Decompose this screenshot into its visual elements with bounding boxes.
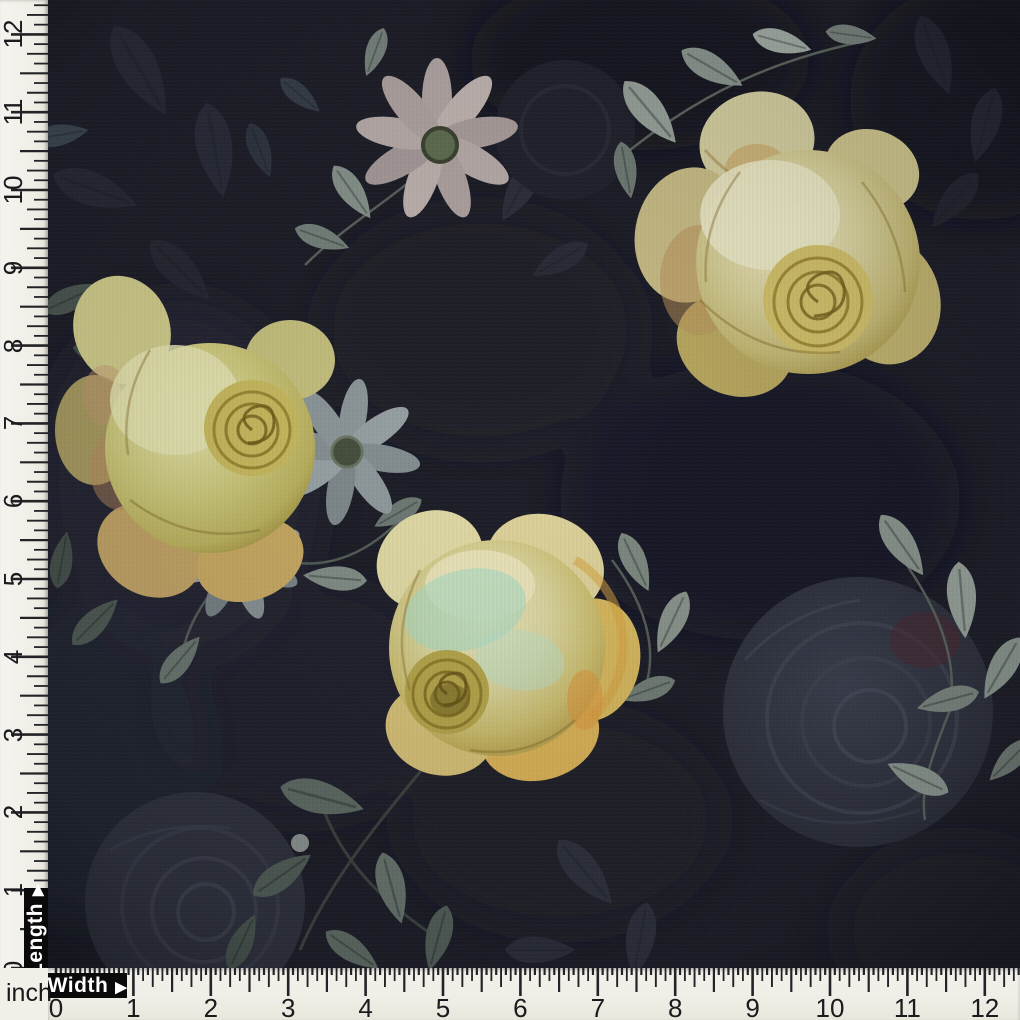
v-ruler-number: 9	[0, 255, 26, 281]
length-label: Length	[24, 903, 48, 976]
v-ruler-number: 12	[0, 21, 26, 47]
horizontal-ruler: 0123456789101112 Width ▶	[48, 968, 1020, 1020]
h-ruler-number: 11	[885, 995, 929, 1020]
v-ruler-number: 2	[0, 799, 26, 825]
v-ruler-number: 11	[0, 99, 26, 125]
h-ruler-number: 7	[576, 995, 620, 1020]
h-ruler-number: 8	[653, 995, 697, 1020]
v-ruler-number: 8	[0, 333, 26, 359]
v-ruler-number: 10	[0, 177, 26, 203]
h-ruler-number: 2	[189, 995, 233, 1020]
h-ruler-number: 5	[421, 995, 465, 1020]
v-ruler-number: 1	[0, 877, 26, 903]
fabric-print	[0, 0, 1020, 968]
v-ruler-number: 7	[0, 410, 26, 436]
vignette	[0, 0, 1020, 968]
fabric-swatch-photo: 0123456789101112 Length ▶ 01234567891011…	[0, 0, 1020, 1020]
unit-label: inch	[6, 979, 52, 1008]
h-ruler-number: 4	[344, 995, 388, 1020]
v-ruler-number: 3	[0, 722, 26, 748]
arrow-up-icon: ▶	[28, 884, 46, 896]
vertical-ruler: 0123456789101112 Length ▶	[0, 0, 48, 1020]
unit-label-corner: inch	[0, 968, 48, 1020]
width-badge: Width ▶	[48, 973, 127, 998]
h-ruler-number: 10	[808, 995, 852, 1020]
h-ruler-number: 6	[498, 995, 542, 1020]
v-ruler-number: 5	[0, 566, 26, 592]
h-ruler-number: 9	[731, 995, 775, 1020]
arrow-right-icon: ▶	[115, 978, 127, 996]
h-ruler-number: 1	[111, 995, 155, 1020]
length-badge: Length ▶	[24, 888, 48, 972]
width-label: Width	[48, 974, 109, 998]
h-ruler-number: 3	[266, 995, 310, 1020]
v-ruler-number: 6	[0, 488, 26, 514]
v-ruler-number: 4	[0, 644, 26, 670]
h-ruler-number: 12	[963, 995, 1007, 1020]
